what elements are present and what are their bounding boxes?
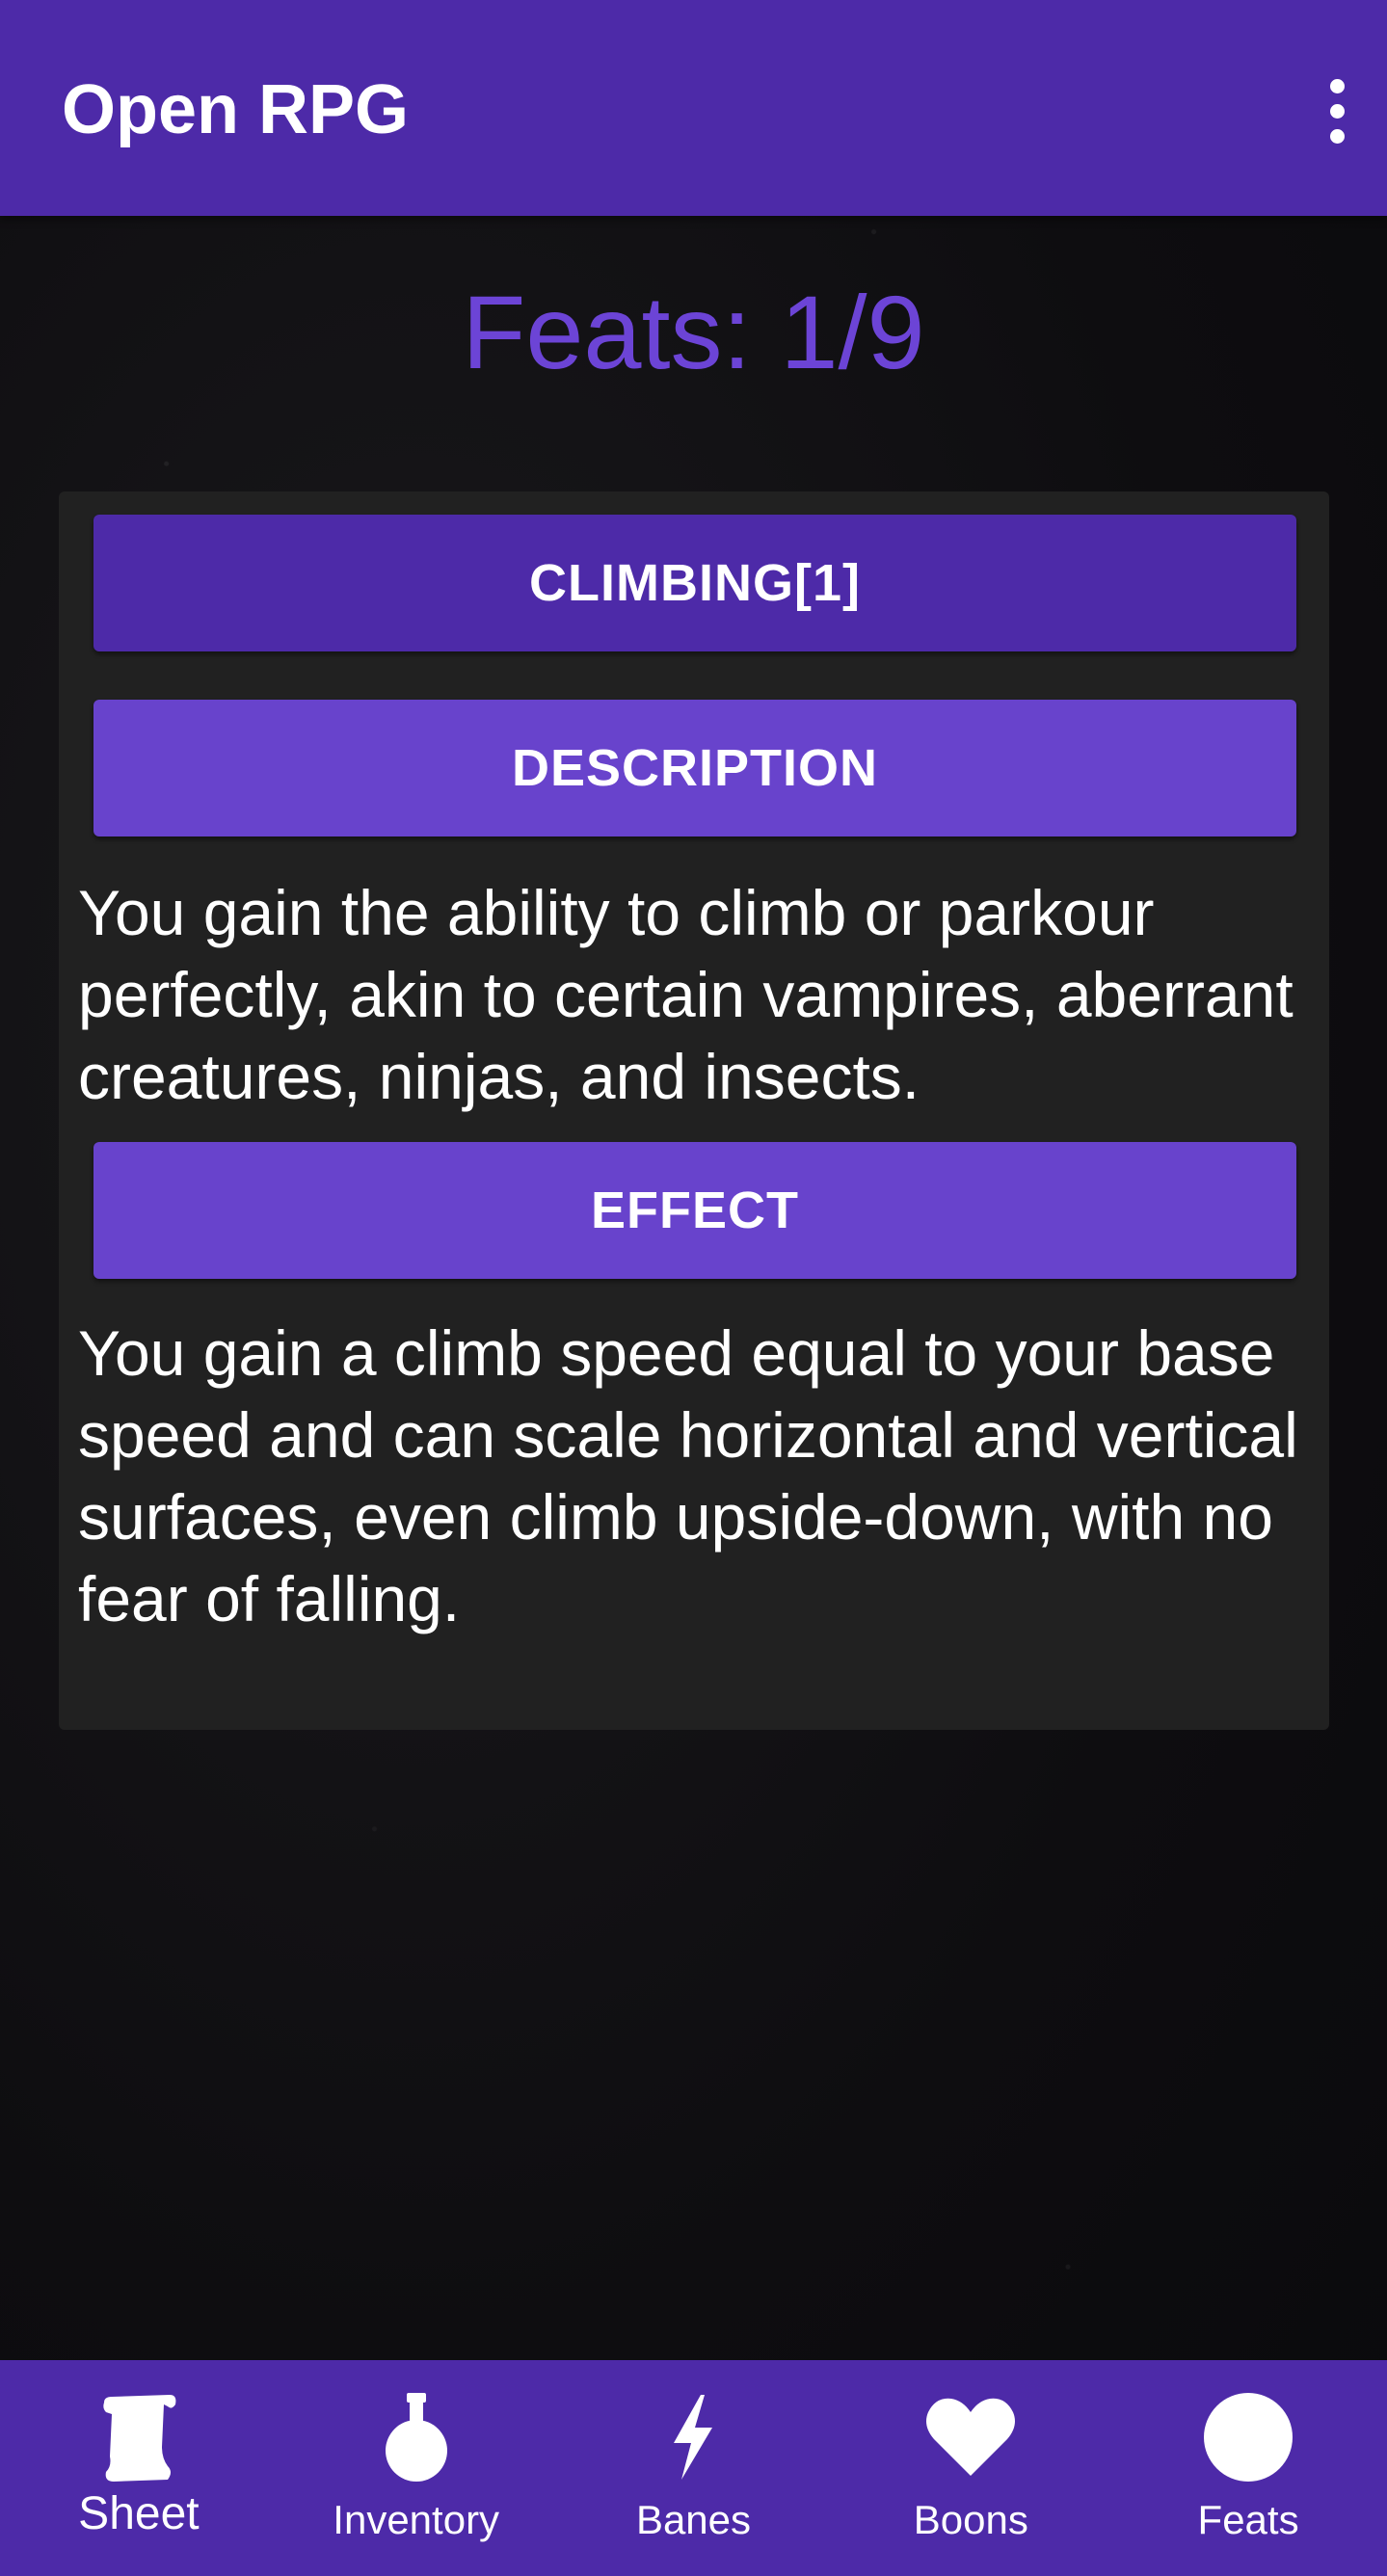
potion-icon <box>368 2389 465 2485</box>
menu-dot <box>1329 78 1345 93</box>
bottom-navigation: Sheet Inventory Banes Boons Feats <box>0 2360 1387 2576</box>
nav-item-boons[interactable]: Boons <box>832 2360 1109 2576</box>
screen: Open RPG Feats: 1/9 CLIMBING[1] DESCRIPT… <box>0 0 1387 2576</box>
nav-label-feats: Feats <box>1197 2497 1299 2542</box>
feats-count-heading: Feats: 1/9 <box>462 274 925 390</box>
effect-button[interactable]: EFFECT <box>93 1142 1296 1279</box>
menu-dot <box>1329 103 1345 119</box>
nav-label-boons: Boons <box>913 2497 1028 2542</box>
feat-title-button[interactable]: CLIMBING[1] <box>93 515 1296 651</box>
nav-label-sheet: Sheet <box>78 2488 200 2539</box>
app-title: Open RPG <box>62 71 410 148</box>
lightning-icon <box>645 2389 741 2485</box>
more-vert-icon[interactable] <box>1314 67 1360 154</box>
circle-icon <box>1200 2389 1296 2485</box>
nav-item-inventory[interactable]: Inventory <box>278 2360 555 2576</box>
heart-icon <box>922 2389 1019 2485</box>
feat-card: CLIMBING[1] DESCRIPTION You gain the abi… <box>59 491 1329 1730</box>
description-button[interactable]: DESCRIPTION <box>93 700 1296 837</box>
effect-text: You gain a climb speed equal to your bas… <box>78 1317 1298 1634</box>
description-text: You gain the ability to climb or parkour… <box>78 877 1294 1112</box>
nav-item-feats[interactable]: Feats <box>1109 2360 1387 2576</box>
menu-dot <box>1329 128 1345 144</box>
nav-item-banes[interactable]: Banes <box>555 2360 833 2576</box>
nav-label-inventory: Inventory <box>333 2497 500 2542</box>
app-bar: Open RPG <box>0 0 1387 216</box>
nav-label-banes: Banes <box>635 2497 752 2542</box>
scroll-icon <box>91 2389 187 2485</box>
nav-item-sheet[interactable]: Sheet <box>0 2360 278 2576</box>
